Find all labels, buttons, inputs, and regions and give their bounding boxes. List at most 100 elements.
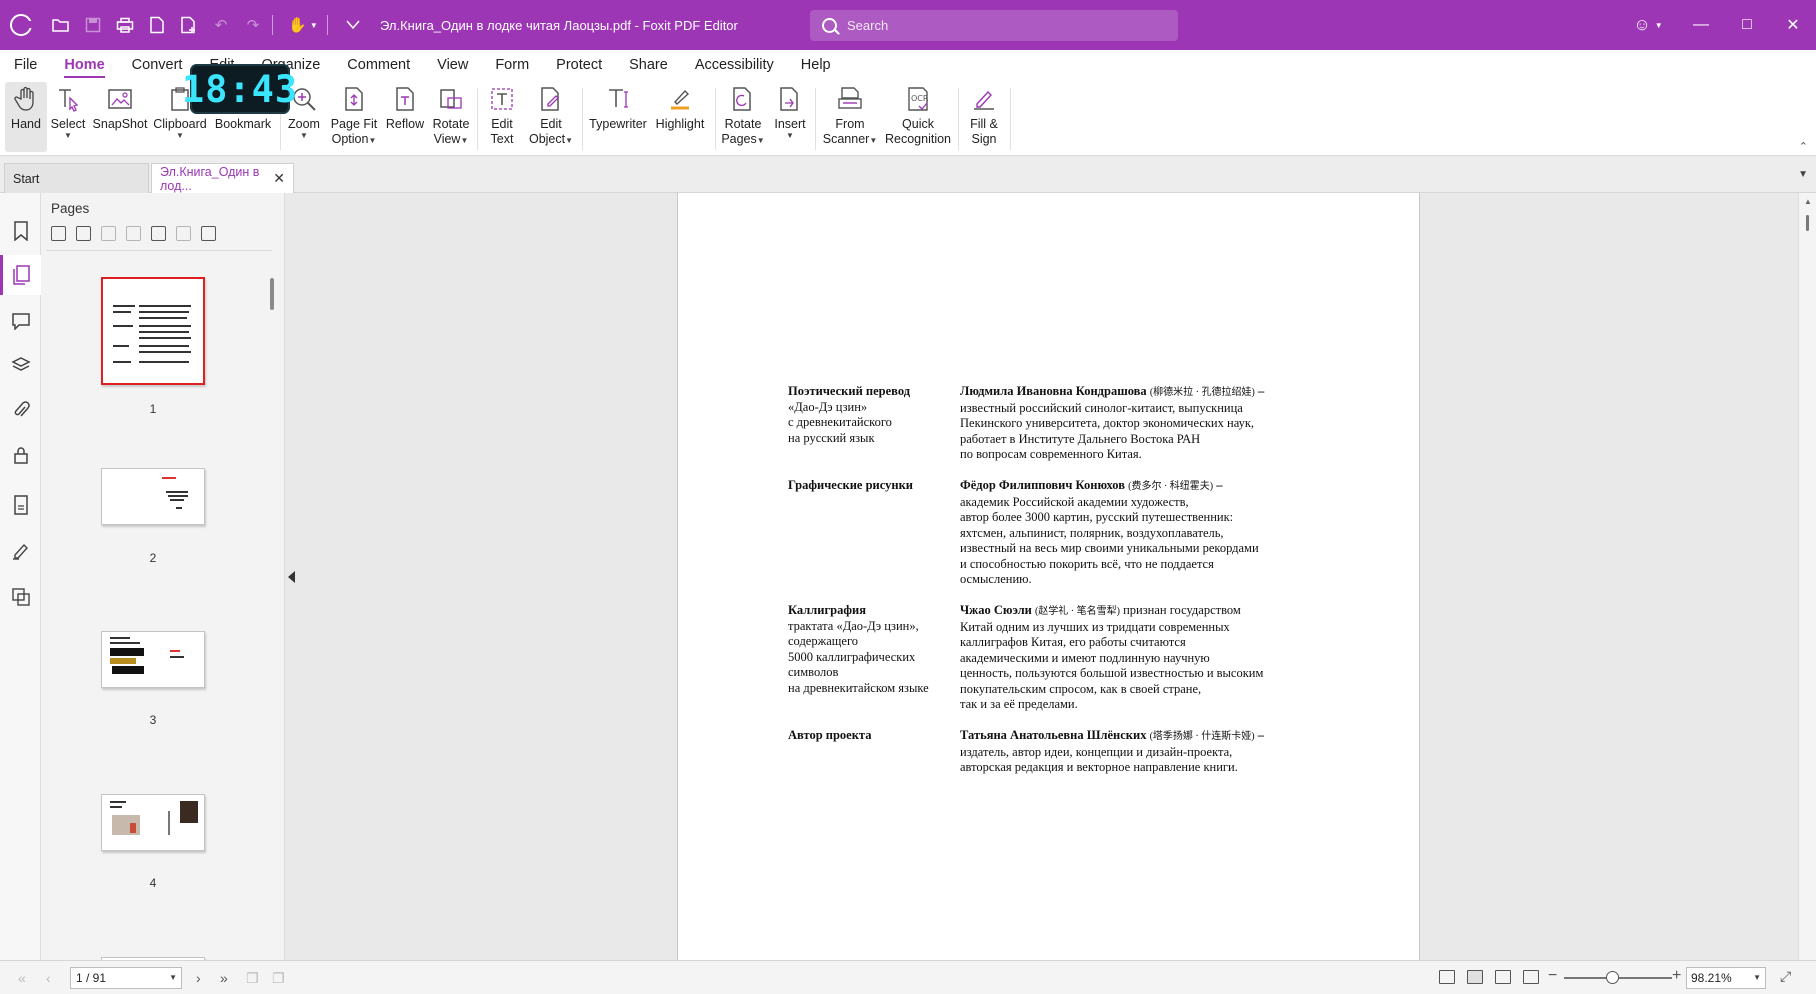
reflow-button[interactable]: Reflow [384, 82, 426, 152]
typewriter-icon [603, 82, 633, 116]
page-thumbnail-2[interactable] [101, 468, 205, 525]
attachments-panel-icon[interactable] [9, 398, 33, 422]
hand-button[interactable]: Hand [5, 82, 47, 152]
account-icon[interactable]: ☺ ▼ [1618, 0, 1678, 50]
tab-list-dropdown-icon[interactable]: ▼ [1798, 169, 1808, 180]
tab-document[interactable]: Эл.Книга_Один в лод... ✕ [151, 163, 294, 193]
remove-page-icon[interactable] [176, 226, 191, 241]
redo-icon[interactable]: ↷ [240, 12, 266, 38]
comments-panel-icon[interactable] [9, 309, 33, 333]
extract-page-icon[interactable] [151, 226, 166, 241]
tab-accessibility[interactable]: Accessibility [695, 50, 774, 80]
ribbon-separator [1010, 88, 1011, 150]
tab-form[interactable]: Form [495, 50, 529, 80]
zoom-out-icon[interactable]: − [1548, 967, 1557, 985]
from-scanner-button[interactable]: From Scanner▼ [820, 82, 880, 152]
thumb-text-line [110, 642, 140, 644]
save-icon[interactable] [80, 12, 106, 38]
tab-comment[interactable]: Comment [347, 50, 410, 80]
maximize-button[interactable]: □ [1724, 0, 1770, 50]
previous-view-icon[interactable]: ❐ [246, 970, 259, 987]
open-folder-icon[interactable] [48, 12, 74, 38]
document-view[interactable]: Поэтический перевод «Дао-Дэ цзин» с древ… [300, 193, 1798, 960]
quick-recognition-button[interactable]: OCR Quick Recognition [884, 82, 952, 152]
credit-desc-line: по вопросам современного Китая. [960, 447, 1142, 461]
tab-home[interactable]: Home [64, 50, 105, 80]
customize-quick-access-icon[interactable] [340, 12, 366, 38]
quick-recognition-label: Quick [902, 117, 934, 131]
continuous-facing-view-icon[interactable] [1523, 970, 1539, 984]
zoom-out-thumbnail-icon[interactable] [51, 226, 66, 241]
hand-tool-dropdown-icon[interactable]: ✋ ▼ [285, 12, 321, 38]
page-properties-icon[interactable] [201, 226, 216, 241]
tab-protect[interactable]: Protect [556, 50, 602, 80]
collapse-ribbon-icon[interactable]: ⌃ [1799, 140, 1808, 153]
facing-view-icon[interactable] [1495, 970, 1511, 984]
close-window-button[interactable]: ✕ [1770, 0, 1816, 50]
zoom-slider-handle[interactable] [1606, 971, 1619, 984]
page-number-input[interactable]: 1 / 91 ▼ [70, 967, 182, 989]
scroll-up-icon[interactable]: ▲ [1804, 197, 1812, 206]
new-file-icon[interactable] [176, 12, 202, 38]
snapshot-button[interactable]: SnapShot [92, 82, 148, 152]
search-input[interactable]: Search [810, 10, 1178, 41]
page-thumbnail-4[interactable] [101, 794, 205, 851]
first-page-icon[interactable]: « [18, 970, 26, 986]
undo-icon[interactable]: ↶ [208, 12, 234, 38]
security-lock-icon[interactable] [9, 443, 33, 467]
minimize-button[interactable]: — [1678, 0, 1724, 50]
chevron-down-icon: ▼ [169, 973, 177, 982]
tab-share[interactable]: Share [629, 50, 668, 80]
ribbon-separator [582, 88, 583, 150]
insert-page-thumb-icon[interactable] [101, 226, 116, 241]
collapse-panel-handle[interactable] [285, 193, 300, 960]
page-fit-label: Page Fit [330, 117, 378, 131]
last-page-icon[interactable]: » [220, 970, 228, 986]
rotate-view-button[interactable]: Rotate View▼ [430, 82, 472, 152]
insert-button[interactable]: Insert ▼ [770, 82, 810, 152]
next-view-icon[interactable]: ❐ [272, 970, 285, 987]
content-panel-icon[interactable] [9, 493, 33, 517]
page-fit-option-button[interactable]: Page Fit Option▼ [330, 82, 378, 152]
continuous-view-icon[interactable] [1467, 970, 1483, 984]
edit-text-button[interactable]: Edit Text [482, 82, 522, 152]
thumb-image-block [180, 801, 198, 823]
previous-page-icon[interactable]: ‹ [46, 970, 51, 986]
typewriter-button[interactable]: Typewriter [588, 82, 648, 152]
close-tab-icon[interactable]: ✕ [273, 170, 285, 187]
layers-panel-icon[interactable] [9, 353, 33, 377]
pages-scrollbar[interactable] [270, 278, 276, 958]
tab-start[interactable]: Start [4, 163, 149, 193]
edit-object-button[interactable]: Edit Object▼ [526, 82, 576, 152]
thumb-text-line [110, 801, 126, 803]
thumb-text-line [166, 491, 188, 493]
create-document-icon[interactable] [144, 12, 170, 38]
tab-view[interactable]: View [437, 50, 468, 80]
credit-description: Фёдор Филиппович Конюхов (费多尔 · 科纽霍夫) – … [960, 478, 1320, 588]
select-button[interactable]: Select ▼ [50, 82, 86, 152]
compare-panel-icon[interactable] [9, 585, 33, 609]
next-page-icon[interactable]: › [196, 970, 201, 986]
tab-help[interactable]: Help [801, 50, 831, 80]
signature-panel-icon[interactable] [9, 539, 33, 563]
fill-sign-button[interactable]: Fill & Sign [964, 82, 1004, 152]
document-scrollbar-thumb[interactable] [1806, 215, 1809, 231]
bookmarks-panel-icon[interactable] [9, 219, 33, 243]
print-icon[interactable] [112, 12, 138, 38]
single-page-view-icon[interactable] [1439, 970, 1455, 984]
tab-file[interactable]: File [14, 50, 37, 80]
full-screen-icon[interactable]: ⤢ [1780, 968, 1791, 985]
pages-panel-icon[interactable] [9, 263, 33, 287]
tab-convert[interactable]: Convert [132, 50, 183, 80]
highlight-button[interactable]: Highlight [652, 82, 708, 152]
zoom-level-input[interactable]: 98.21% ▼ [1686, 967, 1766, 989]
delete-page-thumb-icon[interactable] [126, 226, 141, 241]
page-thumbnail-3[interactable] [101, 631, 205, 688]
rotate-pages-button[interactable]: Rotate Pages▼ [720, 82, 766, 152]
document-scrollbar[interactable]: ▲ [1798, 193, 1816, 960]
foxit-logo-icon[interactable] [10, 14, 33, 36]
zoom-in-icon[interactable]: + [1672, 967, 1681, 985]
zoom-in-thumbnail-icon[interactable] [76, 226, 91, 241]
pages-scrollbar-thumb[interactable] [270, 278, 274, 310]
page-thumbnail-1[interactable] [101, 277, 205, 385]
